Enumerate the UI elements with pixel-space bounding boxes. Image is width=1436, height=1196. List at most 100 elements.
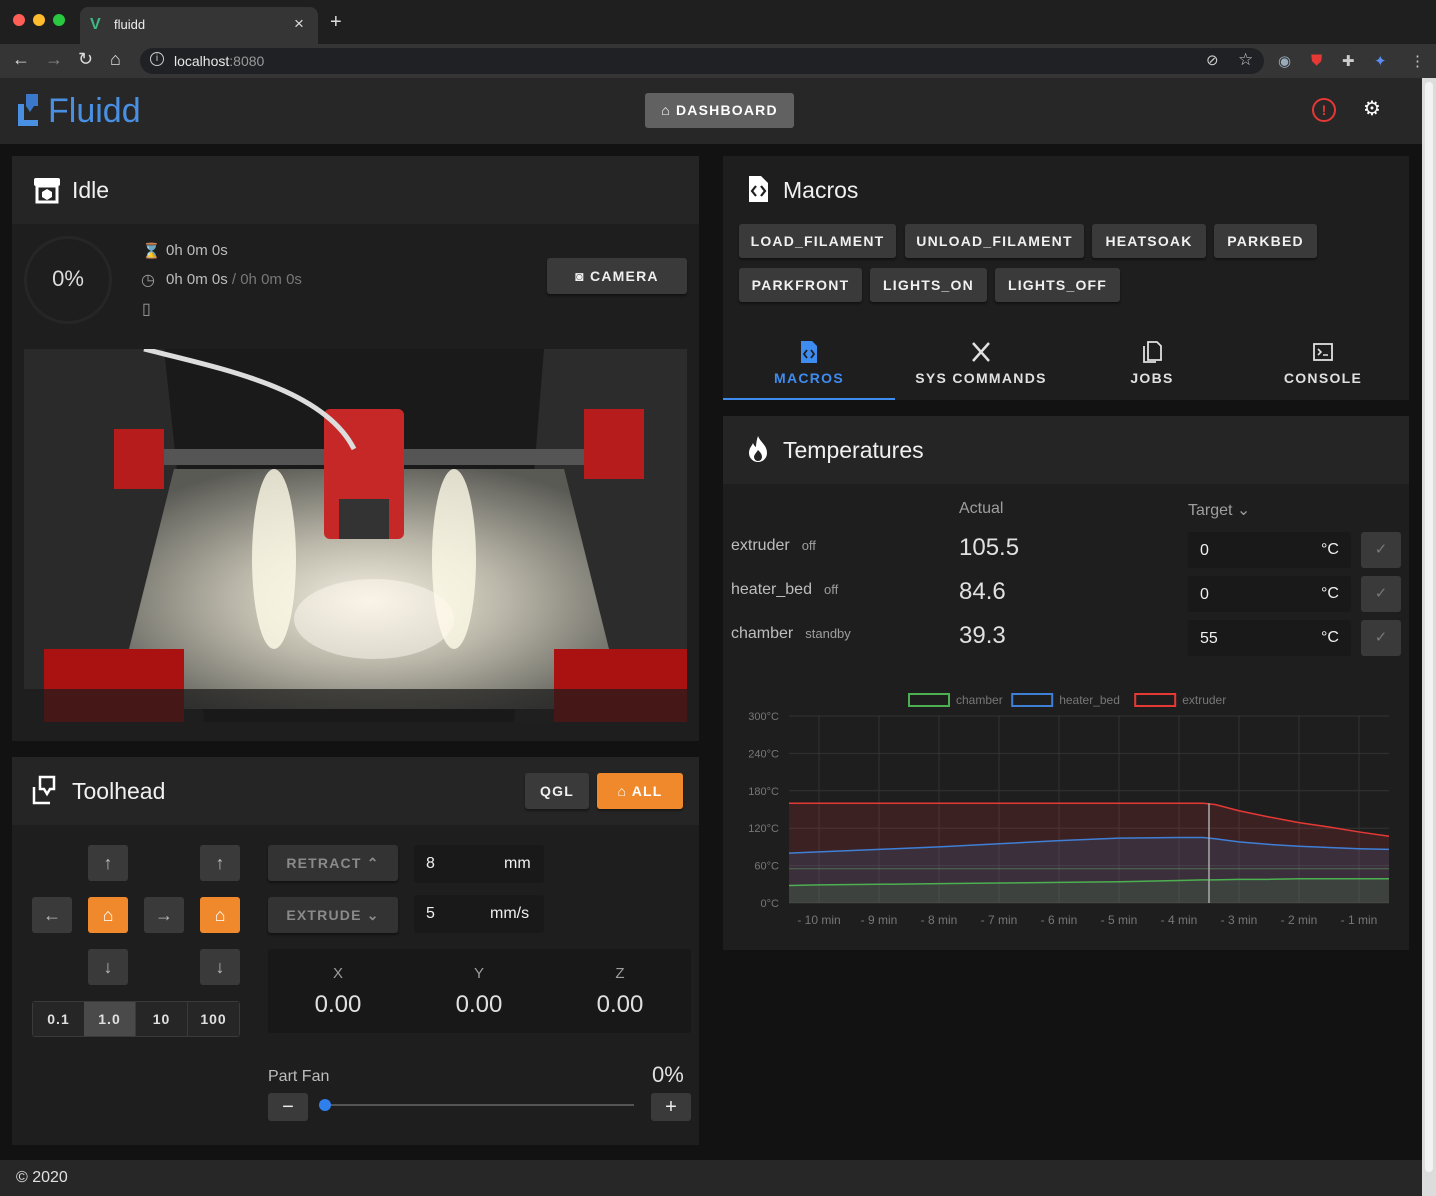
toolhead-icon (32, 775, 56, 805)
fluidd-logo[interactable]: Fluidd (18, 92, 141, 131)
console-icon (1313, 343, 1333, 361)
macro-button[interactable]: LIGHTS_ON (870, 268, 987, 302)
heater-state: off (823, 582, 839, 597)
target-value: 55 (1200, 630, 1218, 647)
x-plus-button[interactable]: → (144, 897, 184, 933)
target-input[interactable]: 0 °C (1188, 576, 1351, 612)
address-bar[interactable]: i localhost:8080 ⊘ ☆ (140, 48, 1264, 74)
tab-sys-commands[interactable]: SYS COMMANDS (895, 322, 1067, 400)
bookmark-star-icon[interactable]: ☆ (1238, 50, 1253, 70)
camera-icon: ◙ (575, 268, 591, 284)
heater-name: extruder off (731, 537, 816, 555)
page-scrollbar[interactable] (1422, 78, 1436, 1196)
toolhead-card: Toolhead QGL ⌂ ALL ↑ ↑ ← ⌂ → ⌂ ↓ ↓ 0.1 1… (12, 757, 699, 1145)
minimize-window-button[interactable] (33, 14, 45, 26)
forward-icon[interactable]: → (45, 49, 63, 70)
chart-y-tick-label: 120°C (748, 823, 779, 835)
info-icon[interactable]: i (150, 52, 164, 66)
apply-check-icon[interactable]: ✓ (1361, 532, 1401, 568)
maximize-window-button[interactable] (53, 14, 65, 26)
chart-x-tick-label: - 7 min (981, 913, 1018, 927)
chart-y-tick-label: 60°C (754, 861, 779, 873)
fan-slider-track[interactable] (324, 1104, 634, 1106)
step-option[interactable]: 0.1 (33, 1002, 84, 1036)
extensions-puzzle-icon[interactable]: ✚ (1342, 52, 1355, 70)
ublock-icon[interactable]: ⛊ (1311, 52, 1322, 69)
status-card: Idle 0% ⌛ 0h 0m 0s ◷ 0h 0m 0s / 0h 0m 0s… (12, 156, 699, 741)
tools-icon (972, 342, 990, 362)
part-fan-value: 0% (652, 1062, 684, 1087)
tab-jobs[interactable]: JOBS (1066, 322, 1238, 400)
macros-tab-icon (801, 341, 817, 363)
fan-slider-thumb[interactable] (319, 1099, 331, 1111)
tab-macros-label: MACROS (773, 370, 845, 386)
camera-button[interactable]: ◙ CAMERA (547, 258, 687, 294)
chart-x-tick-label: - 9 min (861, 913, 898, 927)
macro-button[interactable]: LIGHTS_OFF (995, 268, 1120, 302)
app-bar: Fluidd ⌂ DASHBOARD ! ⚙ (0, 78, 1422, 144)
code-file-icon (749, 176, 768, 202)
target-input[interactable]: 0 °C (1188, 532, 1351, 568)
macro-button[interactable]: PARKBED (1214, 224, 1317, 258)
emergency-stop-icon[interactable]: ! (1312, 98, 1336, 122)
target-input[interactable]: 55 °C (1188, 620, 1351, 656)
z-minus-button[interactable]: ↓ (200, 949, 240, 985)
retract-label: RETRACT (286, 855, 362, 871)
footer: © 2020 (0, 1160, 1422, 1196)
extrude-button[interactable]: EXTRUDE ⌄ (268, 897, 398, 933)
chart-x-tick-label: - 2 min (1281, 913, 1318, 927)
tab-console[interactable]: CONSOLE (1237, 322, 1409, 400)
y-plus-button[interactable]: ↑ (88, 845, 128, 881)
retract-button[interactable]: RETRACT ⌃ (268, 845, 398, 881)
col-target-label: Target (1188, 502, 1233, 519)
fan-decrease-button[interactable]: − (268, 1093, 308, 1121)
qgl-button[interactable]: QGL (525, 773, 589, 809)
home-icon[interactable]: ⌂ (110, 49, 121, 70)
apply-check-icon[interactable]: ✓ (1361, 576, 1401, 612)
home-z-button[interactable]: ⌂ (200, 897, 240, 933)
macro-button[interactable]: PARKFRONT (739, 268, 862, 302)
home-xy-button[interactable]: ⌂ (88, 897, 128, 933)
scrollbar-thumb[interactable] (1425, 82, 1433, 1172)
macro-button[interactable]: HEATSOAK (1092, 224, 1206, 258)
apply-check-icon[interactable]: ✓ (1361, 620, 1401, 656)
back-icon[interactable]: ← (12, 49, 30, 70)
extrude-length-input[interactable]: 8 mm (414, 845, 544, 883)
x-minus-button[interactable]: ← (32, 897, 72, 933)
extension-1-icon[interactable]: ◉ (1278, 52, 1291, 70)
menu-kebab-icon[interactable]: ⋮ (1410, 52, 1425, 70)
new-tab-icon[interactable]: + (330, 11, 342, 34)
macro-button[interactable]: UNLOAD_FILAMENT (905, 224, 1084, 258)
dashboard-button[interactable]: ⌂ DASHBOARD (645, 93, 794, 128)
fan-increase-button[interactable]: + (651, 1093, 691, 1121)
macros-title: Macros (783, 177, 859, 203)
home-all-button[interactable]: ⌂ ALL (597, 773, 683, 809)
extrude-speed-input[interactable]: 5 mm/s (414, 895, 544, 933)
close-window-button[interactable] (13, 14, 25, 26)
tab-macros[interactable]: MACROS (723, 322, 895, 400)
z-plus-button[interactable]: ↑ (200, 845, 240, 881)
step-option-selected[interactable]: 1.0 (84, 1002, 135, 1036)
tracking-off-icon[interactable]: ⊘ (1206, 51, 1219, 69)
home-icon: ⌂ (102, 905, 114, 925)
settings-gear-icon[interactable]: ⚙ (1363, 96, 1381, 121)
browser-tab[interactable]: V fluidd × (80, 7, 318, 44)
step-option[interactable]: 100 (187, 1002, 239, 1036)
fluidd-logo-icon (18, 94, 38, 126)
chart-area: 300°C 240°C 180°C 120°C 60°C 0°C - 10 min - 9 m… (723, 666, 1409, 950)
toolhead-card-header: Toolhead QGL ⌂ ALL (12, 757, 699, 825)
profile-icon[interactable]: ✦ (1374, 52, 1387, 70)
files-icon (1143, 341, 1162, 363)
step-option[interactable]: 10 (135, 1002, 187, 1036)
col-target-header[interactable]: Target ⌄ (1188, 500, 1250, 520)
y-minus-button[interactable]: ↓ (88, 949, 128, 985)
file-icon: ▯ (142, 301, 151, 318)
heater-state: off (801, 538, 816, 553)
reload-icon[interactable]: ↻ (78, 49, 93, 70)
position-panel: X 0.00 Y 0.00 Z 0.00 (268, 949, 691, 1033)
macro-button[interactable]: LOAD_FILAMENT (739, 224, 896, 258)
axis-z-label: Z (615, 965, 625, 982)
close-tab-icon[interactable]: × (294, 14, 304, 34)
camera-label: CAMERA (590, 268, 659, 284)
extrude-length-unit: mm (504, 855, 531, 872)
